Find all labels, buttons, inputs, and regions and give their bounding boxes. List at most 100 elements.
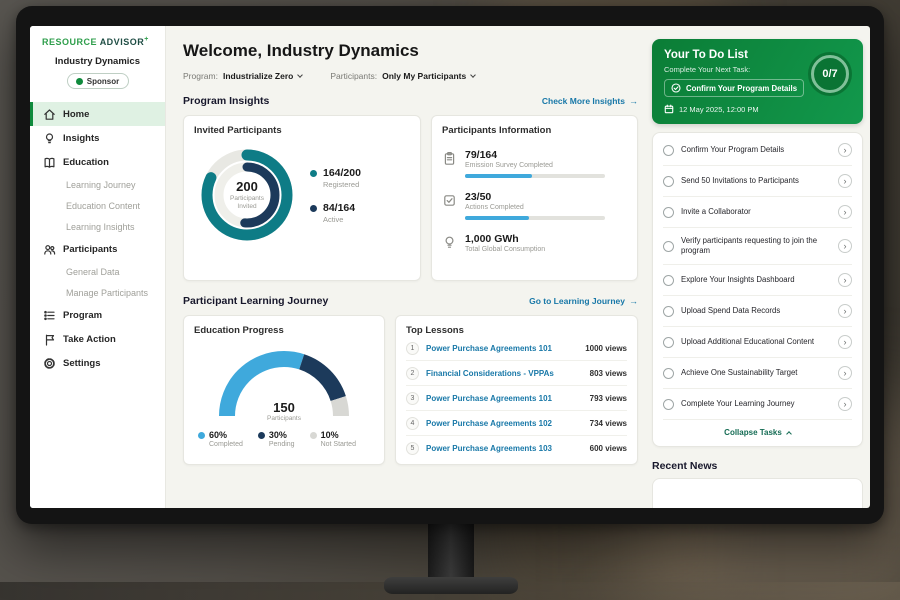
filter-bar: Program: Industrialize Zero Participants… xyxy=(183,71,638,81)
collapse-tasks-button[interactable]: Collapse Tasks xyxy=(663,420,852,444)
lesson-title-link[interactable]: Financial Considerations - VPPAs xyxy=(426,369,583,378)
todo-task[interactable]: Verify participants requesting to join t… xyxy=(663,228,852,265)
gauge-legend: 60% Completed 30% Pending 10% Not Starte… xyxy=(194,430,374,448)
sidebar-item-manage-participants[interactable]: Manage Participants xyxy=(30,282,165,303)
task-label: Upload Spend Data Records xyxy=(681,306,831,316)
todo-task[interactable]: Invite a Collaborator › xyxy=(663,197,852,228)
participants-filter[interactable]: Participants: Only My Participants xyxy=(330,71,475,81)
chevron-right-icon[interactable]: › xyxy=(838,273,852,287)
sidebar-item-label: Home xyxy=(63,109,89,120)
next-task-label: Confirm Your Program Details xyxy=(686,84,797,93)
main-content: Welcome, Industry Dynamics Program: Indu… xyxy=(166,26,652,508)
survey-icon xyxy=(442,151,457,166)
sidebar-item-label: Education xyxy=(63,157,109,168)
todo-task[interactable]: Complete Your Learning Journey › xyxy=(663,389,852,420)
sidebar-item-insights[interactable]: Insights xyxy=(30,126,165,150)
consumption-icon xyxy=(442,235,457,250)
sidebar-item-education-content[interactable]: Education Content xyxy=(30,195,165,216)
chevron-down-icon xyxy=(470,72,476,78)
link-label: Check More Insights xyxy=(542,96,625,106)
next-task-pill[interactable]: Confirm Your Program Details xyxy=(664,79,804,97)
org-name: Industry Dynamics xyxy=(30,56,165,67)
program-filter-value: Industrialize Zero xyxy=(223,71,293,81)
sponsor-badge-label: Sponsor xyxy=(87,77,119,86)
legend-dot xyxy=(198,432,205,439)
sidebar-item-education[interactable]: Education xyxy=(30,150,165,174)
sidebar-item-program[interactable]: Program xyxy=(30,303,165,327)
chevron-right-icon[interactable]: › xyxy=(838,366,852,380)
chevron-right-icon[interactable]: › xyxy=(838,205,852,219)
check-more-insights-link[interactable]: Check More Insights → xyxy=(542,96,638,106)
todo-task[interactable]: Confirm Your Program Details › xyxy=(663,135,852,166)
donut-center-label: Participants Invited xyxy=(224,195,270,211)
chevron-right-icon[interactable]: › xyxy=(838,143,852,157)
participants-icon xyxy=(43,243,56,256)
lesson-title-link[interactable]: Power Purchase Agreements 101 xyxy=(426,344,578,353)
task-checkbox[interactable] xyxy=(663,207,674,218)
stat-row: 1,000 GWh Total Global Consumption xyxy=(442,233,627,253)
card-title: Education Progress xyxy=(194,325,374,336)
stat-value: 1,000 GWh xyxy=(465,233,545,245)
sidebar-item-learning-journey[interactable]: Learning Journey xyxy=(30,174,165,195)
legend-pending: 30% Pending xyxy=(258,430,295,448)
sidebar-item-take-action[interactable]: Take Action xyxy=(30,327,165,351)
lesson-title-link[interactable]: Power Purchase Agreements 102 xyxy=(426,419,583,428)
recent-news-card xyxy=(652,478,863,508)
chevron-right-icon[interactable]: › xyxy=(838,304,852,318)
sidebar-item-participants[interactable]: Participants xyxy=(30,237,165,261)
sponsor-badge[interactable]: Sponsor xyxy=(67,73,129,89)
legend-dot xyxy=(310,205,317,212)
task-checkbox[interactable] xyxy=(663,241,674,252)
task-checkbox[interactable] xyxy=(663,368,674,379)
task-label: Confirm Your Program Details xyxy=(681,145,831,155)
sidebar-item-label: Manage Participants xyxy=(66,288,148,298)
lesson-rank: 3 xyxy=(406,392,419,405)
legend-dot xyxy=(310,170,317,177)
sidebar-item-settings[interactable]: Settings xyxy=(30,351,165,375)
chevron-right-icon[interactable]: › xyxy=(838,335,852,349)
task-checkbox[interactable] xyxy=(663,337,674,348)
todo-task[interactable]: Send 50 Invitations to Participants › xyxy=(663,166,852,197)
todo-task[interactable]: Upload Additional Educational Content › xyxy=(663,327,852,358)
sidebar-item-label: Participants xyxy=(63,244,117,255)
task-checkbox[interactable] xyxy=(663,176,674,187)
stat-row: 79/164 Emission Survey Completed xyxy=(442,149,627,178)
sidebar-item-home[interactable]: Home xyxy=(30,102,165,126)
task-checkbox[interactable] xyxy=(663,306,674,317)
logo-text-secondary: ADVISOR xyxy=(100,37,145,47)
chevron-right-icon[interactable]: › xyxy=(838,397,852,411)
lesson-views: 793 views xyxy=(590,394,627,403)
legend-dot xyxy=(310,432,317,439)
arrow-right-icon: → xyxy=(629,296,638,306)
chevron-right-icon[interactable]: › xyxy=(838,174,852,188)
todo-task[interactable]: Explore Your Insights Dashboard › xyxy=(663,265,852,296)
lesson-title-link[interactable]: Power Purchase Agreements 101 xyxy=(426,394,583,403)
actions-icon xyxy=(442,193,457,208)
chevron-right-icon[interactable]: › xyxy=(838,239,852,253)
todo-task[interactable]: Upload Spend Data Records › xyxy=(663,296,852,327)
lesson-row: 1 Power Purchase Agreements 101 1000 vie… xyxy=(406,336,627,361)
todo-task[interactable]: Achieve One Sustainability Target › xyxy=(663,358,852,389)
lesson-row: 4 Power Purchase Agreements 102 734 view… xyxy=(406,411,627,436)
task-checkbox[interactable] xyxy=(663,399,674,410)
logo-text-primary: RESOURCE xyxy=(42,37,97,47)
go-to-learning-journey-link[interactable]: Go to Learning Journey → xyxy=(529,296,638,306)
sidebar: RESOURCE ADVISOR+ Industry Dynamics Spon… xyxy=(30,26,166,508)
legend-label: Not Started xyxy=(321,441,356,448)
legend-label: Completed xyxy=(209,441,243,448)
sidebar-item-label: Insights xyxy=(63,133,99,144)
logo-plus: + xyxy=(144,36,149,43)
task-checkbox[interactable] xyxy=(663,275,674,286)
sidebar-item-learning-insights[interactable]: Learning Insights xyxy=(30,216,165,237)
sidebar-item-label: Learning Journey xyxy=(66,180,136,190)
task-label: Invite a Collaborator xyxy=(681,207,831,217)
lesson-title-link[interactable]: Power Purchase Agreements 103 xyxy=(426,444,583,453)
education-progress-card: Education Progress 150 Participants xyxy=(183,315,385,465)
legend-label: Active xyxy=(323,215,355,224)
program-filter[interactable]: Program: Industrialize Zero xyxy=(183,71,302,81)
sidebar-item-general-data[interactable]: General Data xyxy=(30,261,165,282)
monitor-bezel: RESOURCE ADVISOR+ Industry Dynamics Spon… xyxy=(16,6,884,524)
task-label: Explore Your Insights Dashboard xyxy=(681,275,831,285)
task-checkbox[interactable] xyxy=(663,145,674,156)
app-logo: RESOURCE ADVISOR+ xyxy=(30,26,165,47)
